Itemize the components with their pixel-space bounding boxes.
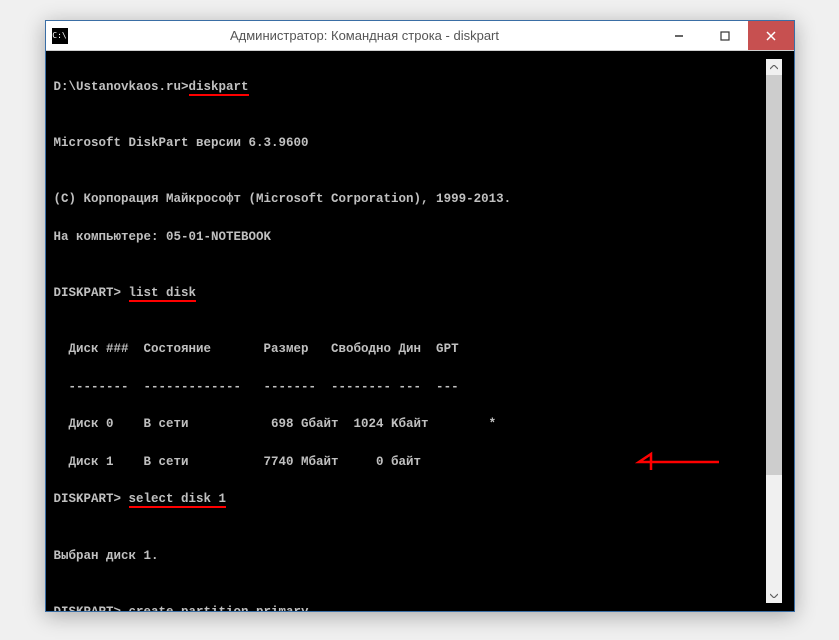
disk0-row: Диск 0 В сети 698 Gбайт 1024 Kбайт * — [54, 415, 766, 434]
table-header: Диск ### Состояние Размер Свободно Дин G… — [54, 340, 766, 359]
scroll-down-button[interactable] — [766, 587, 782, 603]
close-button[interactable] — [748, 21, 794, 50]
window-title: Администратор: Командная строка - diskpa… — [74, 28, 656, 43]
close-icon — [766, 31, 776, 41]
chevron-down-icon — [770, 593, 778, 598]
maximize-icon — [720, 31, 730, 41]
minimize-button[interactable] — [656, 21, 702, 50]
maximize-button[interactable] — [702, 21, 748, 50]
titlebar: C:\ Администратор: Командная строка - di… — [46, 21, 794, 51]
cmd-select-disk: select disk 1 — [129, 494, 227, 508]
scrollbar[interactable] — [766, 59, 782, 603]
cmd-icon-label: C:\ — [52, 31, 66, 40]
chevron-up-icon — [770, 65, 778, 70]
cmd-list-disk: list disk — [129, 288, 197, 302]
scroll-up-button[interactable] — [766, 59, 782, 75]
diskpart-prompt: DISKPART> — [54, 492, 129, 506]
copyright-line: (C) Корпорация Майкрософт (Microsoft Cor… — [54, 190, 766, 209]
terminal-area[interactable]: D:\Ustanovkaos.ru>diskpart Microsoft Dis… — [46, 51, 794, 611]
minimize-icon — [674, 31, 684, 41]
prompt-path: D:\Ustanovkaos.ru> — [54, 80, 189, 94]
cmd-icon: C:\ — [52, 28, 68, 44]
diskpart-prompt: DISKPART> — [54, 286, 129, 300]
table-divider: -------- ------------- ------- -------- … — [54, 378, 766, 397]
version-line: Microsoft DiskPart версии 6.3.9600 — [54, 134, 766, 153]
diskpart-prompt: DISKPART> — [54, 605, 129, 611]
computer-line: На компьютере: 05-01-NOTEBOOK — [54, 228, 766, 247]
disk1-row: Диск 1 В сети 7740 Mбайт 0 байт — [54, 453, 766, 472]
msg-disk-selected: Выбран диск 1. — [54, 547, 766, 566]
cmd-create-partition: create partition primary — [129, 607, 309, 611]
window-controls — [656, 21, 794, 50]
cmd-window: C:\ Администратор: Командная строка - di… — [45, 20, 795, 612]
cmd-diskpart: diskpart — [189, 82, 249, 96]
arrow-annotation-icon — [631, 451, 721, 473]
terminal-content: D:\Ustanovkaos.ru>diskpart Microsoft Dis… — [54, 59, 766, 603]
scroll-thumb[interactable] — [766, 75, 782, 475]
